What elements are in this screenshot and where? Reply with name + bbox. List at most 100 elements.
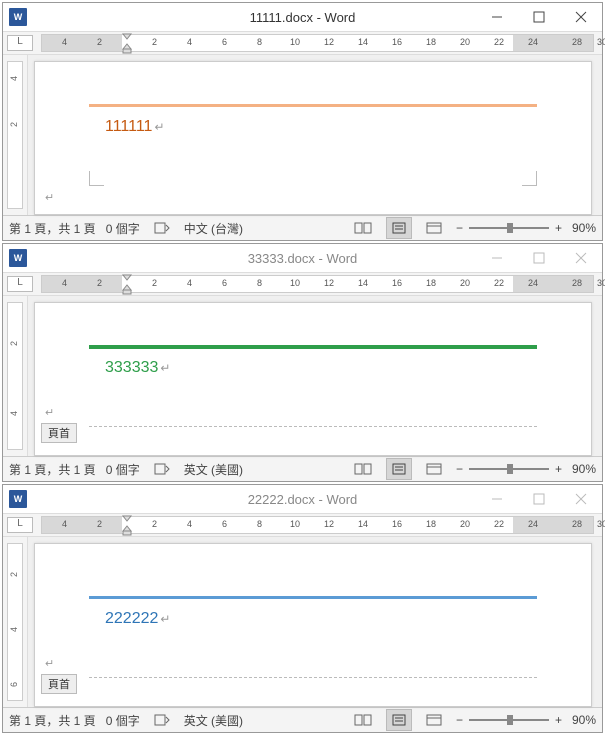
- proofing-icon[interactable]: [150, 459, 174, 479]
- titlebar[interactable]: W 22222.docx - Word: [3, 485, 602, 514]
- zoom-slider[interactable]: − +: [456, 221, 562, 235]
- paragraph-mark-icon: ↵: [160, 612, 170, 626]
- ruler-tick: 22: [494, 519, 504, 529]
- maximize-button[interactable]: [518, 244, 560, 272]
- document-text[interactable]: 222222↵: [105, 610, 170, 628]
- ruler-tick: 4: [62, 519, 67, 529]
- zoom-out-button[interactable]: −: [456, 462, 463, 476]
- status-bar: 第 1 頁，共 1 頁 0 個字 中文 (台灣) − + 90%: [3, 215, 602, 240]
- zoom-slider[interactable]: − +: [456, 713, 562, 727]
- paragraph-mark-icon: ↵: [160, 361, 170, 375]
- proofing-icon[interactable]: [150, 710, 174, 730]
- document-area: 2 4 333333↵ 頁首 ↵: [3, 296, 602, 456]
- zoom-thumb[interactable]: [507, 464, 513, 474]
- horizontal-ruler-row: L 4 2 2 4 6 8 10 12 14 16 18 20 22 24 28…: [3, 273, 602, 296]
- word-count-status[interactable]: 0 個字: [106, 461, 140, 478]
- document-area: 2 4 6 222222↵ 頁首 ↵: [3, 537, 602, 707]
- zoom-level[interactable]: 90%: [572, 221, 596, 235]
- page-number-status[interactable]: 第 1 頁，共 1 頁: [9, 712, 96, 729]
- document-text[interactable]: 333333↵: [105, 359, 170, 377]
- zoom-track[interactable]: [469, 719, 549, 721]
- minimize-button[interactable]: [476, 244, 518, 272]
- titlebar[interactable]: W 11111.docx - Word: [3, 3, 602, 32]
- ruler-tick: 30: [597, 37, 605, 47]
- zoom-level[interactable]: 90%: [572, 462, 596, 476]
- document-page[interactable]: 333333↵ 頁首 ↵: [34, 302, 592, 456]
- read-mode-button[interactable]: [350, 459, 376, 479]
- maximize-button[interactable]: [518, 485, 560, 513]
- print-layout-button[interactable]: [386, 217, 412, 239]
- ruler-tick: 12: [324, 278, 334, 288]
- language-status[interactable]: 英文 (美國): [184, 712, 243, 729]
- minimize-button[interactable]: [476, 3, 518, 31]
- zoom-thumb[interactable]: [507, 223, 513, 233]
- tab-selector[interactable]: L: [7, 276, 33, 292]
- zoom-thumb[interactable]: [507, 715, 513, 725]
- vertical-ruler[interactable]: 2 4 6: [3, 537, 28, 707]
- zoom-track[interactable]: [469, 227, 549, 229]
- ruler-tick: 24: [528, 278, 538, 288]
- ruler-tick: 2: [152, 37, 157, 47]
- ruler-tick: 16: [392, 519, 402, 529]
- page-number-status[interactable]: 第 1 頁，共 1 頁: [9, 220, 96, 237]
- print-layout-button[interactable]: [386, 458, 412, 480]
- horizontal-ruler-row: L 4 2 2 4 6 8 10 12 14 16 18 20 22 24 28…: [3, 514, 602, 537]
- tab-selector[interactable]: L: [7, 35, 33, 51]
- zoom-in-button[interactable]: +: [555, 713, 562, 727]
- ruler-tick: 12: [324, 37, 334, 47]
- ruler-tick: 8: [257, 37, 262, 47]
- close-button[interactable]: [560, 3, 602, 31]
- ruler-tick: 4: [62, 278, 67, 288]
- ruler-tick: 6: [222, 278, 227, 288]
- web-layout-button[interactable]: [422, 218, 446, 238]
- zoom-slider[interactable]: − +: [456, 462, 562, 476]
- close-button[interactable]: [560, 485, 602, 513]
- horizontal-ruler[interactable]: 4 2 2 4 6 8 10 12 14 16 18 20 22 24 28 3…: [41, 516, 594, 534]
- zoom-out-button[interactable]: −: [456, 221, 463, 235]
- language-status[interactable]: 英文 (美國): [184, 461, 243, 478]
- web-layout-button[interactable]: [422, 710, 446, 730]
- ruler-tick: 28: [572, 37, 582, 47]
- ruler-tick: 2: [152, 278, 157, 288]
- ruler-tick: 4: [187, 519, 192, 529]
- minimize-button[interactable]: [476, 485, 518, 513]
- ruler-tick: 12: [324, 519, 334, 529]
- indent-marker-icon[interactable]: [120, 274, 134, 296]
- word-count-status[interactable]: 0 個字: [106, 712, 140, 729]
- ruler-tick: 14: [358, 37, 368, 47]
- zoom-in-button[interactable]: +: [555, 462, 562, 476]
- print-layout-button[interactable]: [386, 709, 412, 731]
- vertical-ruler[interactable]: 2 4: [3, 296, 28, 456]
- close-button[interactable]: [560, 244, 602, 272]
- document-text[interactable]: 111111↵: [105, 118, 165, 136]
- proofing-icon[interactable]: [150, 218, 174, 238]
- header-label[interactable]: 頁首: [41, 674, 77, 694]
- zoom-track[interactable]: [469, 468, 549, 470]
- header-label[interactable]: 頁首: [41, 423, 77, 443]
- zoom-out-button[interactable]: −: [456, 713, 463, 727]
- web-layout-button[interactable]: [422, 459, 446, 479]
- read-mode-button[interactable]: [350, 218, 376, 238]
- document-page[interactable]: 222222↵ 頁首 ↵: [34, 543, 592, 707]
- horizontal-ruler[interactable]: 4 2 2 4 6 8 10 12 14 16 18 20 22 24 28 3…: [41, 275, 594, 293]
- header-boundary-line: [89, 677, 537, 678]
- word-count-status[interactable]: 0 個字: [106, 220, 140, 237]
- word-window-2: W 33333.docx - Word L 4 2 2 4 6 8 10 12 …: [2, 243, 603, 482]
- maximize-button[interactable]: [518, 3, 560, 31]
- heading-border-line: [89, 596, 537, 599]
- zoom-level[interactable]: 90%: [572, 713, 596, 727]
- titlebar[interactable]: W 33333.docx - Word: [3, 244, 602, 273]
- status-bar: 第 1 頁，共 1 頁 0 個字 英文 (美國) − + 90%: [3, 707, 602, 732]
- vertical-ruler[interactable]: 4 2: [3, 55, 28, 215]
- tab-selector[interactable]: L: [7, 517, 33, 533]
- horizontal-ruler[interactable]: 4 2 2 4 6 8 10 12 14 16 18 20 22 24 28 3…: [41, 34, 594, 52]
- document-page[interactable]: 111111↵ ↵: [34, 61, 592, 215]
- word-icon: W: [9, 8, 27, 26]
- page-number-status[interactable]: 第 1 頁，共 1 頁: [9, 461, 96, 478]
- indent-marker-icon[interactable]: [120, 515, 134, 537]
- ruler-tick: 28: [572, 278, 582, 288]
- language-status[interactable]: 中文 (台灣): [184, 220, 243, 237]
- indent-marker-icon[interactable]: [120, 33, 134, 55]
- zoom-in-button[interactable]: +: [555, 221, 562, 235]
- read-mode-button[interactable]: [350, 710, 376, 730]
